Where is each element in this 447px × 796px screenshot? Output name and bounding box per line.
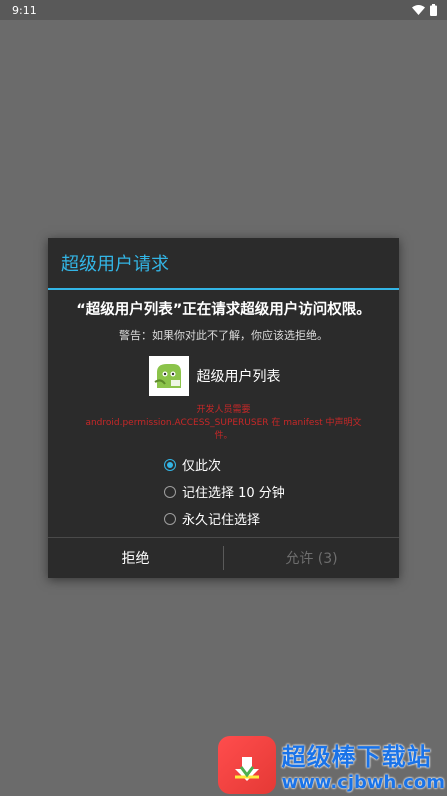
warning-text: 警告：如果你对此不了解，你应该选拒绝。 xyxy=(119,329,328,342)
error-line-1: 开发人员需要 xyxy=(196,405,251,415)
status-time: 9:11 xyxy=(12,3,37,17)
superuser-request-dialog: 超级用户请求 “超级用户列表”正在请求超级用户访问权限。 警告：如果你对此不了解… xyxy=(48,238,399,578)
wifi-icon xyxy=(412,5,425,15)
dialog-title: 超级用户请求 xyxy=(48,238,399,290)
watermark-url: www.cjbwh.com xyxy=(281,772,445,793)
manifest-error: 开发人员需要 android.permission.ACCESS_SUPERUS… xyxy=(48,404,399,443)
watermark-title: 超级棒下载站 xyxy=(281,743,432,771)
battery-icon xyxy=(430,4,437,16)
option-label: 仅此次 xyxy=(182,459,222,474)
watermark-text: 超级棒下载站 www.cjbwh.com xyxy=(282,737,445,793)
radio-unchecked-icon[interactable] xyxy=(164,512,176,525)
android-robot-icon xyxy=(148,356,189,396)
option-label: 记住选择 10 分钟 xyxy=(182,486,285,501)
status-bar: 9:11 xyxy=(0,0,447,20)
remember-options: 仅此次 记住选择 10 分钟 永久记住选择 xyxy=(164,451,399,532)
radio-checked-icon[interactable] xyxy=(164,458,176,471)
site-watermark: 超级棒下载站 www.cjbwh.com xyxy=(217,736,445,794)
option-once[interactable]: 仅此次 xyxy=(164,451,399,478)
error-line-2: android.permission.ACCESS_SUPERUSER 在 ma… xyxy=(85,418,362,428)
download-logo-icon xyxy=(217,736,276,794)
allow-button[interactable]: 允许 (3) xyxy=(224,538,399,578)
option-ten-minutes[interactable]: 记住选择 10 分钟 xyxy=(164,478,399,505)
app-info: 超级用户列表 xyxy=(30,356,399,396)
option-label: 永久记住选择 xyxy=(182,513,261,528)
request-headline: “超级用户列表”正在请求超级用户访问权限。 xyxy=(76,302,371,318)
error-line-3: 件。 xyxy=(214,431,233,441)
dialog-buttons: 拒绝 允许 (3) xyxy=(48,537,399,578)
app-name: 超级用户列表 xyxy=(196,369,281,385)
option-forever[interactable]: 永久记住选择 xyxy=(164,505,399,532)
deny-button[interactable]: 拒绝 xyxy=(48,538,223,578)
status-icons xyxy=(412,4,437,16)
radio-unchecked-icon[interactable] xyxy=(164,485,176,498)
